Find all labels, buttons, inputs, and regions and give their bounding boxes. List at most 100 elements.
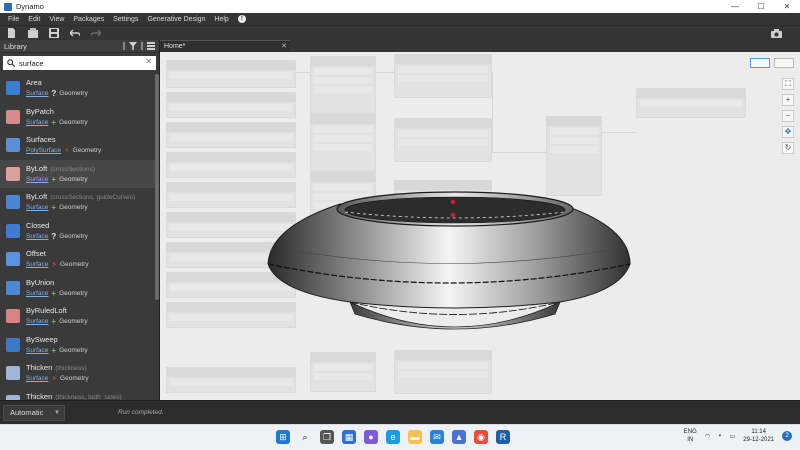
clock[interactable]: 11:14 29-12-2021	[743, 428, 774, 444]
library-item-name: ByRuledLoft	[26, 306, 67, 316]
library-item-category[interactable]: Surface	[26, 90, 48, 97]
run-mode-dropdown[interactable]: Automatic ▼	[3, 405, 65, 421]
library-item-return-type: Geometry	[59, 289, 88, 297]
library-item-name: ByLoft (crossSections)	[26, 163, 96, 173]
menu-edit[interactable]: Edit	[28, 16, 40, 23]
undo-button[interactable]	[69, 28, 80, 38]
search-icon[interactable]: ⌕	[298, 430, 312, 444]
open-file-button[interactable]	[27, 28, 38, 38]
graph-canvas[interactable]: ⛶ + − ✥ ↻	[160, 52, 800, 400]
save-icon	[48, 28, 59, 38]
background-preview-toggle[interactable]	[750, 58, 770, 68]
orbit-icon[interactable]: ↻	[782, 142, 794, 154]
export-image-button[interactable]	[771, 28, 782, 38]
menu-bar: File Edit View Packages Settings Generat…	[0, 13, 800, 25]
library-item-return-type: Geometry	[60, 261, 89, 269]
library-item-category[interactable]: Surface	[26, 176, 48, 183]
library-item[interactable]: ByUnion Surface + Geometry	[0, 274, 156, 303]
library-search-box[interactable]: ✕	[3, 56, 156, 70]
node-thumbnail-icon	[6, 223, 20, 238]
graph-view-toggle[interactable]	[774, 58, 794, 68]
redo-button[interactable]	[90, 28, 101, 38]
revit-icon[interactable]: R	[496, 430, 510, 444]
chrome-icon[interactable]: ◉	[474, 430, 488, 444]
language-indicator[interactable]: ENG IN	[684, 428, 697, 444]
search-results-list: Area Surface? Geometry ByPatch Surface + Geome…	[0, 74, 156, 400]
widgets-icon[interactable]: ▦	[342, 430, 356, 444]
maximize-button[interactable]: ☐	[748, 0, 774, 13]
zoom-out-icon[interactable]: −	[782, 110, 794, 122]
library-item-category[interactable]: Surface	[26, 318, 48, 325]
toolbar	[0, 25, 800, 40]
volume-icon[interactable]: ◖	[718, 433, 722, 439]
tab-home[interactable]: Home* ✕	[160, 40, 290, 52]
library-panel: Library ✕ AreaSurface?GeometryByPatchSur…	[0, 40, 160, 400]
library-item[interactable]: ByPatch Surface + Geometry	[0, 103, 156, 132]
clear-search-icon[interactable]: ✕	[145, 57, 152, 66]
library-item-category[interactable]: Surface	[26, 261, 48, 268]
library-search-input[interactable]	[19, 58, 139, 68]
zoom-fit-icon[interactable]: ⛶	[782, 78, 794, 90]
wifi-icon[interactable]: ◠	[705, 433, 710, 440]
library-item-category[interactable]: Surface	[26, 347, 48, 354]
node-type-icon: +	[51, 117, 57, 127]
window-title: Dynamo	[16, 2, 44, 11]
chevron-down-icon: ▼	[54, 410, 60, 416]
library-item[interactable]: ByRuledLoft Surface + Geometry	[0, 302, 156, 331]
library-item[interactable]: Area Surface? Geometry	[0, 74, 156, 103]
dynamo-logo-icon	[4, 2, 12, 11]
library-item-return-type: Geometry	[59, 318, 88, 326]
library-item-category[interactable]: Surface	[26, 375, 48, 382]
zoom-in-icon[interactable]: +	[782, 94, 794, 106]
library-item[interactable]: Closed Surface? Geometry	[0, 217, 156, 246]
node-type-icon: ⚡	[51, 374, 58, 384]
pan-icon[interactable]: ✥	[782, 126, 794, 138]
chat-icon[interactable]: ●	[364, 430, 378, 444]
new-file-button[interactable]	[6, 28, 17, 38]
save-button[interactable]	[48, 28, 59, 38]
run-status-bar: Automatic ▼ Run completed.	[0, 400, 800, 424]
system-tray: ENG IN ◠ ◖ ▭ 11:14 29-12-2021 2	[684, 428, 792, 444]
menu-help[interactable]: Help	[214, 16, 228, 23]
library-item-category[interactable]: PolySurface	[26, 147, 61, 154]
library-item[interactable]: Thicken(thickness, both_sides)Surface⚡Ge…	[0, 388, 156, 400]
start-icon[interactable]: ⊞	[276, 430, 290, 444]
library-item-name: Thicken (thickness, both_sides)	[26, 391, 122, 400]
task-view-icon[interactable]: ❐	[320, 430, 334, 444]
workspace-tab-strip: Home* ✕	[160, 40, 800, 52]
notification-badge[interactable]: 2	[782, 431, 792, 441]
filter-icon[interactable]	[129, 42, 137, 50]
menu-file[interactable]: File	[8, 16, 19, 23]
mail-icon[interactable]: ✉	[430, 430, 444, 444]
node-thumbnail-icon	[6, 252, 20, 267]
library-item[interactable]: Thicken (thickness) Surface ⚡ Geometry	[0, 359, 156, 388]
library-item[interactable]: ByLoft (crossSections) Surface + Geometry	[0, 159, 156, 188]
file-explorer-icon[interactable]: ▬	[408, 430, 422, 444]
photos-icon[interactable]: ▲	[452, 430, 466, 444]
close-window-button[interactable]: ✕	[774, 0, 800, 13]
notification-icon[interactable]: !	[237, 15, 246, 23]
battery-icon[interactable]: ▭	[730, 433, 736, 440]
list-view-icon[interactable]	[147, 42, 155, 50]
library-item[interactable]: ByLoft (crossSections, guideCurves) Surfac…	[0, 188, 156, 217]
library-item[interactable]: Offset Surface ⚡ Geometry	[0, 245, 156, 274]
minimize-button[interactable]: —	[722, 0, 748, 13]
menu-view[interactable]: View	[49, 16, 64, 23]
edge-browser-icon[interactable]: e	[386, 430, 400, 444]
menu-generative-design[interactable]: Generative Design	[147, 16, 205, 23]
library-scrollbar[interactable]	[155, 74, 159, 300]
menu-packages[interactable]: Packages	[73, 16, 104, 23]
library-item-category[interactable]: Surface	[26, 233, 48, 240]
window-title-bar: Dynamo — ☐ ✕	[0, 0, 800, 13]
library-item[interactable]: BySweep Surface + Geometry	[0, 331, 156, 360]
node-thumbnail-icon	[6, 195, 20, 210]
point-marker	[450, 199, 456, 205]
library-item-category[interactable]: Surface	[26, 204, 48, 211]
library-item-category[interactable]: Surface	[26, 119, 48, 126]
library-item-category[interactable]: Surface	[26, 290, 48, 297]
view-toggle	[750, 58, 794, 68]
library-item[interactable]: Surfaces PolySurface ⚡ Geometry	[0, 131, 156, 160]
menu-settings[interactable]: Settings	[113, 16, 138, 23]
node-type-icon: +	[51, 203, 57, 213]
new-file-icon	[8, 28, 15, 38]
